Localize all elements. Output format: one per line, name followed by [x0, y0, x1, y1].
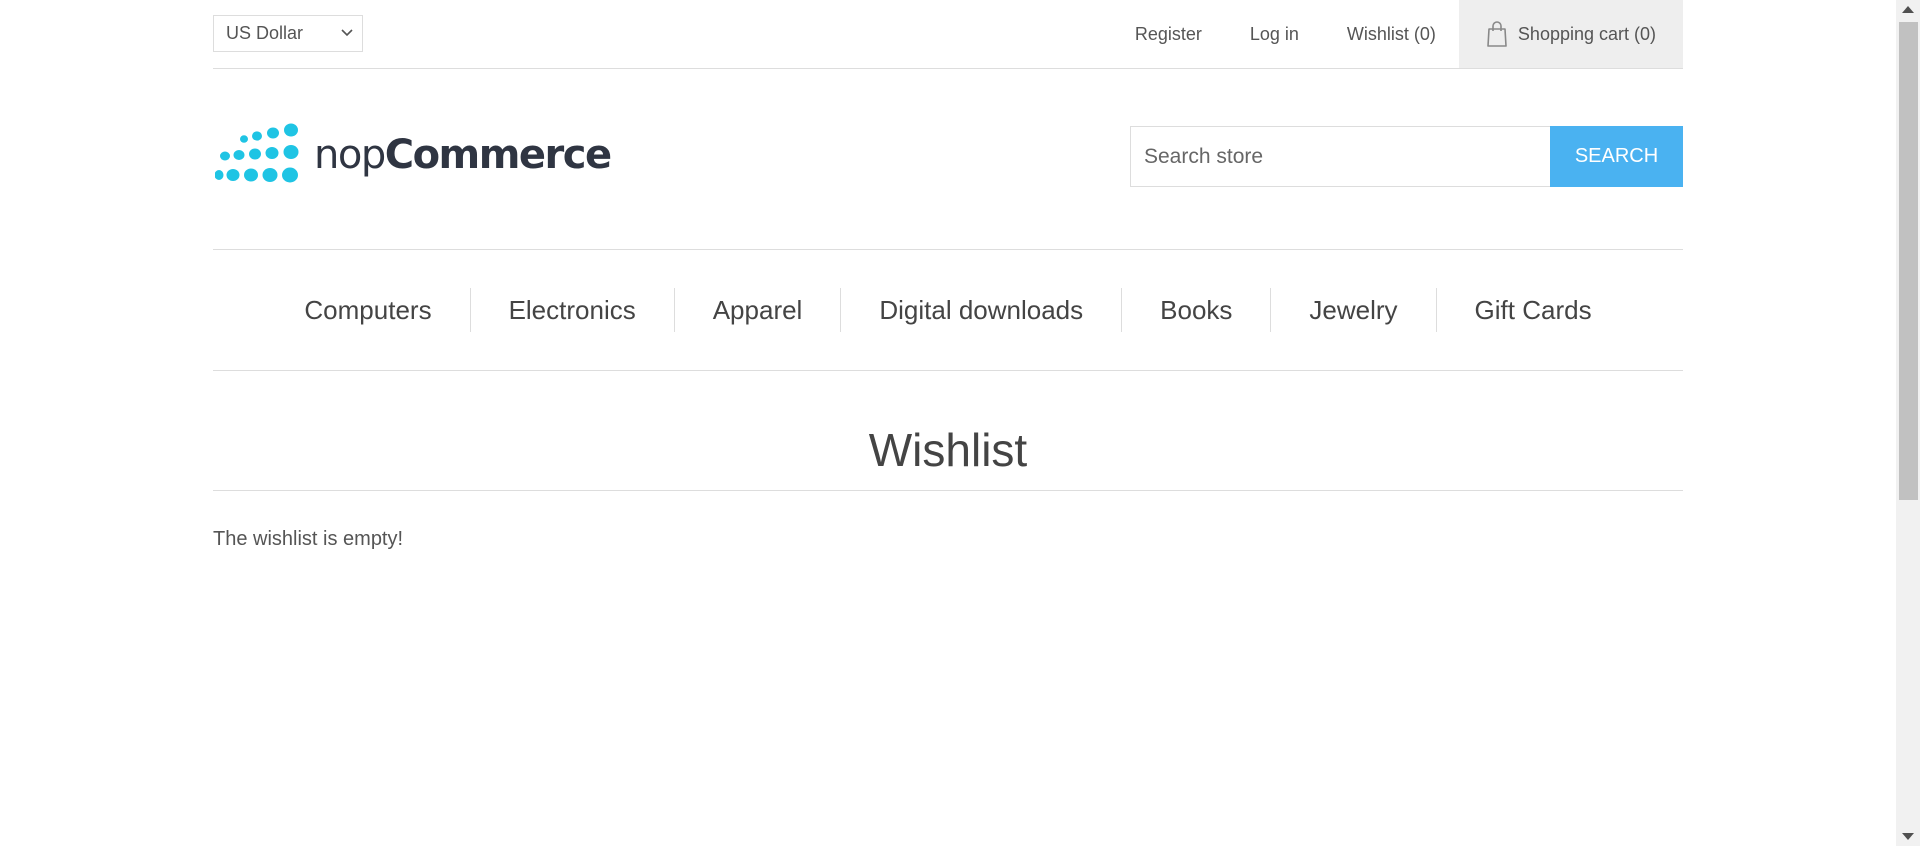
nav-item-gift-cards[interactable]: Gift Cards — [1435, 288, 1630, 332]
search-button[interactable]: Search — [1550, 126, 1683, 187]
register-link[interactable]: Register — [1135, 0, 1202, 68]
chevron-down-icon — [341, 29, 353, 37]
scroll-up-arrow-icon[interactable] — [1902, 6, 1914, 13]
page-wrapper: US Dollar Register Log in Wishlist (0) S… — [213, 0, 1683, 550]
page-title-bar: Wishlist — [213, 420, 1683, 491]
store-logo[interactable]: nopCommerce — [215, 123, 612, 187]
currency-select[interactable]: US Dollar — [213, 15, 363, 52]
wishlist-link[interactable]: Wishlist (0) — [1347, 0, 1436, 68]
nav-item-digital-downloads[interactable]: Digital downloads — [840, 288, 1121, 332]
header-lower: nopCommerce Search — [213, 69, 1683, 249]
top-menu: Computers Electronics Apparel Digital do… — [213, 249, 1683, 371]
nav-item-apparel[interactable]: Apparel — [673, 288, 841, 332]
nav-item-books[interactable]: Books — [1121, 288, 1270, 332]
search-box: Search — [1130, 126, 1683, 187]
header-links: Register Log in Wishlist (0) Shopping ca… — [1135, 0, 1683, 68]
logo-text: nopCommerce — [314, 132, 612, 178]
search-input[interactable] — [1130, 126, 1550, 187]
vertical-scrollbar[interactable] — [1896, 0, 1920, 846]
nav-item-computers[interactable]: Computers — [266, 288, 469, 332]
logo-dots-icon — [215, 123, 299, 183]
shopping-bag-icon — [1487, 21, 1507, 47]
login-link[interactable]: Log in — [1250, 0, 1299, 68]
logo-text-prefix: nop — [314, 132, 386, 178]
scroll-down-arrow-icon[interactable] — [1902, 833, 1914, 840]
shopping-cart-link[interactable]: Shopping cart (0) — [1458, 0, 1683, 68]
shopping-cart-label: Shopping cart (0) — [1517, 23, 1656, 44]
page-title: Wishlist — [868, 424, 1028, 476]
header-upper: US Dollar Register Log in Wishlist (0) S… — [213, 0, 1683, 69]
nav-item-electronics[interactable]: Electronics — [469, 288, 674, 332]
scrollbar-thumb[interactable] — [1899, 22, 1918, 500]
nav-item-jewelry[interactable]: Jewelry — [1270, 288, 1435, 332]
logo-text-suffix: Commerce — [384, 132, 612, 178]
wishlist-empty-message: The wishlist is empty! — [213, 528, 404, 550]
currency-value: US Dollar — [226, 23, 304, 43]
